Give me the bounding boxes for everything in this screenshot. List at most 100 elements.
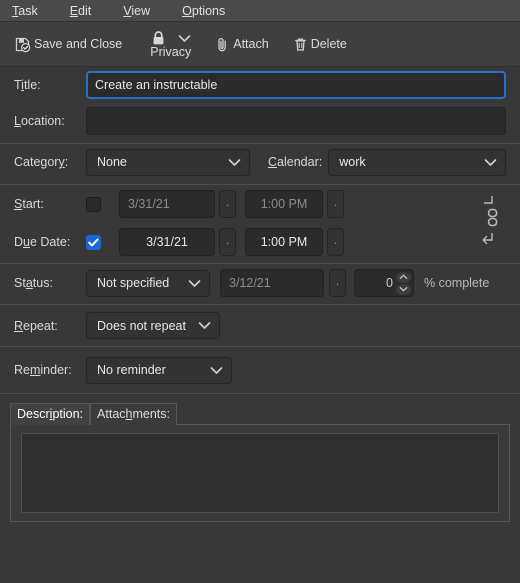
due-time-picker-dot: · — [333, 234, 338, 250]
start-time-picker-button[interactable]: · — [327, 190, 344, 218]
repeat-select[interactable]: Does not repeat — [86, 312, 220, 339]
location-input[interactable] — [86, 107, 506, 135]
start-date-value: 3/31/21 — [128, 197, 170, 211]
reminder-label-post: inder: — [40, 363, 72, 377]
due-date-input[interactable]: 3/31/21 — [119, 228, 215, 256]
percent-complete-stepper[interactable]: 0 — [354, 269, 414, 297]
due-date-checkbox[interactable] — [86, 234, 101, 250]
title-label: Title: — [14, 78, 86, 92]
repeat-label-mnemonic: R — [14, 318, 24, 333]
save-and-close-label: Save and Close — [34, 37, 123, 51]
chevron-down-icon — [210, 366, 223, 375]
calendar-select[interactable]: work — [328, 148, 506, 176]
tab-description[interactable]: Description: — [10, 403, 91, 425]
due-date-row: Due Date: 3/31/21 · 1:00 PM · — [14, 223, 476, 261]
start-date-picker-button[interactable]: · — [219, 190, 236, 218]
reminder-label-mnemonic: m — [29, 363, 41, 377]
stepper-arrows[interactable] — [396, 271, 411, 295]
completed-date-input[interactable]: 3/12/21 — [220, 269, 324, 297]
completed-date-value: 3/12/21 — [229, 276, 271, 290]
repeat-row: Repeat: Does not repeat — [0, 305, 520, 346]
chevron-down-icon[interactable] — [178, 34, 191, 43]
menu-options-label: ptions — [191, 3, 226, 18]
reminder-row: Reminder: No reminder — [0, 347, 520, 393]
chevron-down-icon — [188, 279, 201, 288]
due-date-label: Due Date: — [14, 235, 86, 249]
due-date-label-post: e Date: — [29, 235, 71, 249]
status-label: Status: — [14, 276, 86, 290]
calendar-label-mnemonic: C — [268, 155, 278, 169]
location-row: Location: — [0, 103, 520, 139]
menu-task[interactable]: Task — [12, 0, 50, 22]
menu-edit-mnemonic: E — [69, 3, 79, 18]
category-select[interactable]: None — [86, 148, 250, 176]
title-label-post: tle: — [23, 78, 41, 92]
percent-complete-label: % complete — [424, 276, 490, 290]
start-date-input[interactable]: 3/31/21 — [119, 190, 215, 218]
start-row: Start: 3/31/21 · 1:00 PM · — [14, 185, 476, 223]
reminder-select[interactable]: No reminder — [86, 356, 232, 384]
category-value: None — [97, 155, 127, 169]
start-checkbox[interactable] — [86, 196, 101, 212]
due-date-label-mnemonic: u — [23, 235, 30, 249]
calendar-value: work — [339, 155, 366, 169]
status-label-pre: St — [14, 276, 26, 290]
status-value: Not specified — [97, 276, 170, 290]
start-time-picker-dot: · — [333, 196, 338, 212]
start-time-value: 1:00 PM — [260, 197, 308, 211]
date-link-column[interactable] — [480, 185, 506, 247]
due-date-value: 3/31/21 — [146, 235, 188, 249]
category-label-post: : — [64, 155, 69, 169]
privacy-label: Privacy — [150, 44, 192, 59]
menu-edit[interactable]: Edit — [70, 0, 104, 22]
tab-attachments-pre: Attac — [97, 407, 126, 421]
calendar-label-post: alendar: — [277, 155, 323, 169]
due-date-picker-button[interactable]: · — [219, 228, 236, 256]
check-icon — [88, 238, 99, 246]
toolbar: Save and Close Privacy Attach Delete — [0, 22, 520, 67]
chevron-down-icon — [484, 158, 497, 167]
link-dates-icon — [482, 196, 498, 245]
menu-edit-label: dit — [78, 3, 92, 18]
location-label: Location: — [14, 114, 86, 128]
stepper-down-icon[interactable] — [396, 283, 411, 295]
attach-button[interactable]: Attach — [209, 33, 274, 56]
reminder-label-pre: Re — [14, 363, 30, 377]
reminder-value: No reminder — [97, 363, 166, 377]
stepper-up-icon[interactable] — [396, 271, 411, 283]
calendar-label: Calendar: — [268, 155, 322, 169]
category-calendar-row: Category: None Calendar: work — [0, 144, 520, 180]
completed-date-picker-button[interactable]: · — [329, 269, 346, 297]
privacy-button[interactable]: Privacy — [146, 30, 195, 59]
tab-description-post: ption: — [52, 407, 84, 421]
paperclip-icon — [215, 36, 230, 53]
menu-view-label: iew — [131, 3, 151, 18]
description-textarea[interactable] — [21, 433, 499, 513]
tab-strip: Description: Attachments: — [0, 402, 520, 425]
repeat-value: Does not repeat — [97, 318, 186, 333]
attach-label: Attach — [233, 37, 269, 51]
save-and-close-button[interactable]: Save and Close — [8, 33, 128, 56]
due-time-picker-button[interactable]: · — [327, 228, 344, 256]
menu-options[interactable]: Options — [182, 0, 237, 22]
location-label-mnemonic: L — [14, 114, 21, 128]
category-label: Category: — [14, 155, 86, 169]
status-label-mnemonic: a — [25, 276, 33, 290]
delete-button[interactable]: Delete — [287, 33, 353, 56]
completed-date-picker-dot: · — [335, 275, 340, 291]
percent-complete-value: 0 — [386, 276, 393, 290]
start-time-input[interactable]: 1:00 PM — [245, 190, 323, 218]
divider-6 — [0, 393, 520, 394]
chevron-down-icon — [228, 158, 241, 167]
start-label: Start: — [14, 197, 86, 211]
title-row: Title: Create an instructable — [0, 67, 520, 103]
title-input[interactable]: Create an instructable — [86, 71, 506, 99]
tab-attachments[interactable]: Attachments: — [90, 403, 177, 425]
status-select[interactable]: Not specified — [86, 269, 210, 297]
due-time-value: 1:00 PM — [260, 235, 308, 249]
tab-attachments-post: ments: — [132, 407, 170, 421]
tab-description-pre: Descr — [17, 407, 50, 421]
menu-view[interactable]: View — [123, 0, 162, 22]
due-time-input[interactable]: 1:00 PM — [245, 228, 323, 256]
title-input-value: Create an instructable — [95, 78, 218, 92]
